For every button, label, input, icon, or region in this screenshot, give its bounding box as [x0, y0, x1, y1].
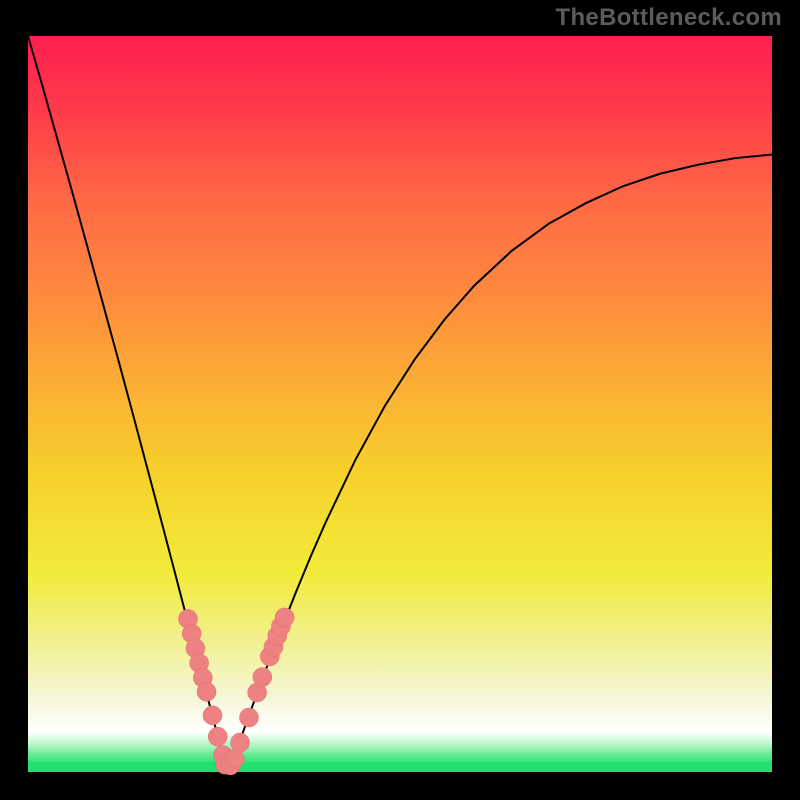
- plot-background: [28, 36, 772, 772]
- figure-svg: [0, 0, 800, 800]
- watermark-text: TheBottleneck.com: [556, 4, 782, 32]
- curve-marker: [231, 733, 250, 752]
- curve-marker: [253, 668, 272, 687]
- curve-marker: [197, 682, 216, 701]
- green-floor-strip: [28, 762, 772, 772]
- curve-marker: [208, 727, 227, 746]
- curve-marker: [275, 608, 294, 627]
- figure-root: TheBottleneck.com: [0, 0, 800, 800]
- curve-marker: [239, 708, 258, 727]
- curve-marker: [203, 706, 222, 725]
